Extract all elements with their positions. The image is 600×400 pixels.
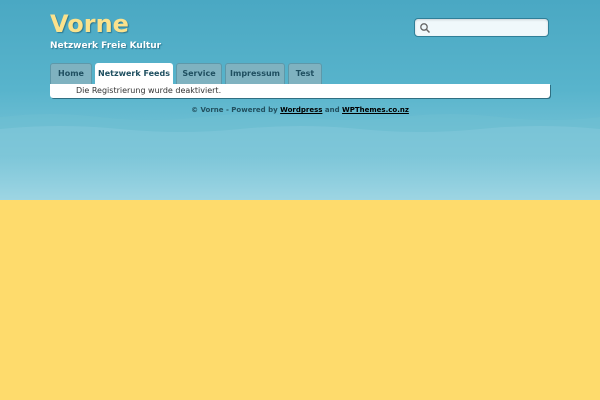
tab-service[interactable]: Service — [176, 63, 222, 84]
site-tagline: Netzwerk Freie Kultur — [50, 41, 162, 51]
wpthemes-link[interactable]: WPThemes.co.nz — [342, 106, 409, 114]
tab-netzwerk-feeds[interactable]: Netzwerk Feeds — [95, 63, 173, 85]
content-area: Die Registrierung wurde deaktiviert. — [50, 84, 550, 98]
tab-label: Test — [295, 69, 315, 78]
tab-home[interactable]: Home — [50, 63, 92, 84]
search-input[interactable] — [433, 20, 545, 35]
site-title[interactable]: Vorne — [50, 9, 129, 39]
registration-notice: Die Registrierung wurde deaktiviert. — [76, 86, 222, 95]
footer-credit: © Vorne - Powered by — [191, 106, 281, 114]
tab-impressum[interactable]: Impressum — [225, 63, 285, 84]
search-box[interactable] — [414, 18, 549, 37]
tab-label: Impressum — [230, 69, 280, 78]
footer: © Vorne - Powered by Wordpress and WPThe… — [0, 106, 600, 114]
wordpress-link[interactable]: Wordpress — [280, 106, 322, 114]
tab-test[interactable]: Test — [288, 63, 322, 84]
sand-background — [0, 200, 600, 400]
tab-label: Home — [58, 69, 84, 78]
footer-conjunction: and — [322, 106, 343, 114]
search-icon — [420, 23, 431, 34]
tab-label: Netzwerk Feeds — [98, 69, 170, 78]
wave-decoration — [0, 114, 600, 155]
tab-label: Service — [182, 69, 216, 78]
